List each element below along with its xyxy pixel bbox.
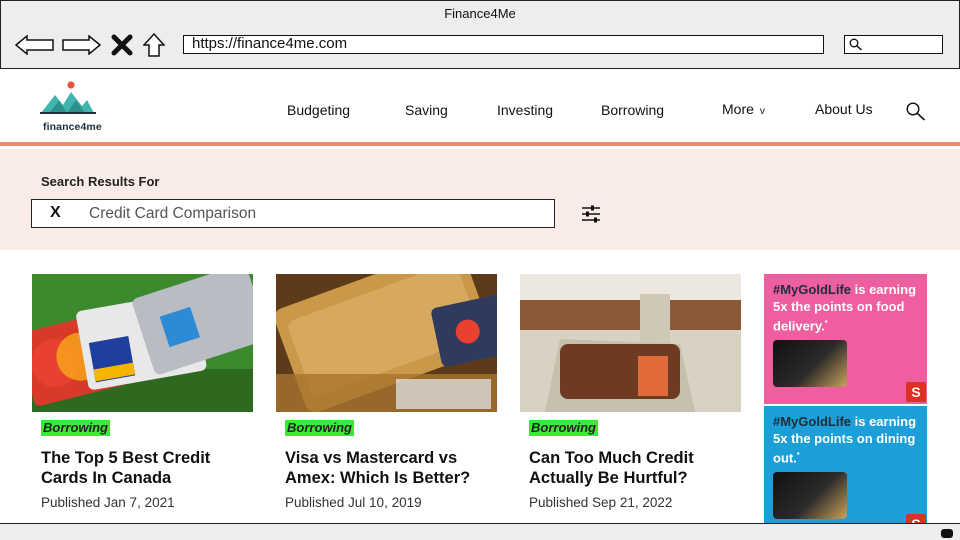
- search-results-heading: Search Results For: [41, 174, 160, 189]
- browser-status-bar: [0, 523, 960, 540]
- gold-cards-image[interactable]: [276, 274, 497, 412]
- article-title[interactable]: The Top 5 Best Credit Cards In Canada: [41, 448, 253, 488]
- chat-icon[interactable]: [941, 529, 953, 538]
- filter-button[interactable]: [581, 204, 601, 229]
- bank-logo-icon: S: [906, 514, 926, 523]
- ad-headline: #MyGoldLife is earning 5x the points on …: [773, 281, 923, 334]
- category-tag[interactable]: Borrowing: [41, 420, 110, 436]
- category-tag[interactable]: Borrowing: [529, 420, 598, 436]
- window-title: Finance4Me: [444, 6, 516, 21]
- sliders-icon: [582, 205, 600, 223]
- credit-card-graphic: [773, 340, 847, 387]
- nav-saving[interactable]: Saving: [405, 102, 448, 118]
- ad-headline: #MyGoldLife is earning 5x the points on …: [773, 413, 923, 466]
- ad-banner[interactable]: #MyGoldLife is earning 5x the points on …: [764, 406, 927, 523]
- category-tag[interactable]: Borrowing: [285, 420, 354, 436]
- ad-hashtag: #MyGoldLife: [773, 282, 852, 297]
- nav-budgeting[interactable]: Budgeting: [287, 102, 350, 118]
- article-date: Published Sep 21, 2022: [529, 495, 673, 510]
- article-card[interactable]: Borrowing The Top 5 Best Credit Cards In…: [32, 274, 253, 510]
- nav-about-us[interactable]: About Us: [815, 101, 873, 117]
- wallet-pocket-image[interactable]: [520, 274, 741, 412]
- site-header: finance4me Budgeting Saving Investing Bo…: [0, 70, 960, 146]
- chevron-down-icon: v: [759, 106, 765, 117]
- credit-cards-image[interactable]: [32, 274, 253, 412]
- bank-logo-icon: S: [906, 382, 926, 402]
- address-bar[interactable]: https://finance4me.com: [183, 35, 824, 54]
- article-date: Published Jan 7, 2021: [41, 495, 175, 510]
- article-title[interactable]: Can Too Much Credit Actually Be Hurtful?: [529, 448, 741, 488]
- search-results-band: Search Results For X Credit Card Compari…: [0, 149, 960, 250]
- ad-hashtag: #MyGoldLife: [773, 414, 852, 429]
- nav-borrowing[interactable]: Borrowing: [601, 102, 664, 118]
- article-title[interactable]: Visa vs Mastercard vs Amex: Which Is Bet…: [285, 448, 497, 488]
- search-icon: [849, 38, 862, 51]
- search-query-text: Credit Card Comparison: [89, 205, 257, 222]
- search-input[interactable]: X Credit Card Comparison: [31, 199, 555, 228]
- logo-text: finance4me: [43, 121, 102, 133]
- search-icon: [906, 102, 926, 121]
- ad-footnote-mark: *: [824, 320, 828, 327]
- credit-card-graphic: [773, 472, 847, 519]
- ad-footnote-mark: *: [796, 452, 800, 459]
- article-date: Published Jul 10, 2019: [285, 495, 422, 510]
- back-arrow-icon[interactable]: [15, 31, 55, 59]
- site-search-button[interactable]: [905, 101, 927, 128]
- home-icon[interactable]: [142, 31, 166, 59]
- article-card[interactable]: Borrowing Visa vs Mastercard vs Amex: Wh…: [276, 274, 497, 510]
- close-icon[interactable]: [110, 31, 134, 59]
- browser-search-field[interactable]: [844, 35, 943, 54]
- ad-banner[interactable]: #MyGoldLife is earning 5x the points on …: [764, 274, 927, 404]
- nav-more[interactable]: More v: [722, 101, 765, 117]
- nav-more-label: More: [722, 101, 754, 117]
- article-card[interactable]: Borrowing Can Too Much Credit Actually B…: [520, 274, 741, 510]
- clear-search-button[interactable]: X: [50, 204, 61, 222]
- browser-chrome: Finance4Me https://finance4me.com: [0, 0, 960, 69]
- nav-investing[interactable]: Investing: [497, 102, 553, 118]
- forward-arrow-icon[interactable]: [61, 31, 101, 59]
